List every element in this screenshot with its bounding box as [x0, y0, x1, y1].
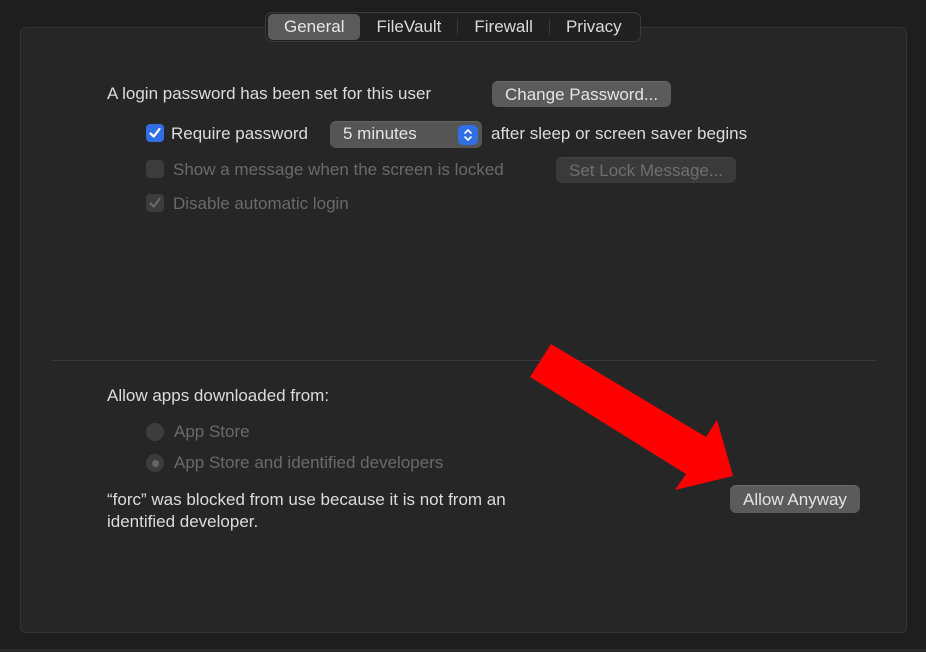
allow-anyway-button[interactable]: Allow Anyway	[730, 485, 860, 513]
tab-privacy[interactable]: Privacy	[550, 14, 638, 40]
disable-auto-login-checkbox[interactable]	[146, 194, 164, 212]
radio-app-store-identified[interactable]	[146, 454, 164, 472]
checkmark-icon	[149, 127, 161, 138]
settings-panel	[20, 27, 907, 633]
allow-apps-heading: Allow apps downloaded from:	[107, 386, 330, 405]
disable-auto-login-label: Disable automatic login	[173, 194, 349, 213]
section-divider	[52, 360, 876, 361]
change-password-button[interactable]: Change Password...	[492, 81, 672, 107]
radio-app-store-identified-label: App Store and identified developers	[174, 453, 444, 472]
show-message-checkbox[interactable]	[146, 160, 164, 178]
tab-filevault[interactable]: FileVault	[360, 14, 457, 40]
radio-app-store-label: App Store	[174, 422, 250, 441]
tab-general[interactable]: General	[268, 14, 361, 40]
checkmark-icon	[149, 197, 161, 208]
set-lock-message-button[interactable]: Set Lock Message...	[556, 157, 737, 183]
blocked-message-line1: “forc” was blocked from use because it i…	[107, 490, 506, 509]
updown-chevron-icon	[458, 125, 478, 145]
blocked-message-line2: identified developer.	[107, 512, 259, 531]
require-password-delay-select[interactable]: 5 minutes	[330, 121, 482, 148]
select-value: 5 minutes	[343, 124, 417, 143]
require-password-checkbox[interactable]	[146, 124, 164, 142]
show-message-label: Show a message when the screen is locked	[173, 160, 504, 179]
radio-app-store[interactable]	[146, 423, 164, 441]
require-password-label: Require password	[171, 124, 309, 143]
require-password-suffix: after sleep or screen saver begins	[491, 124, 748, 143]
radio-selected-dot	[151, 459, 159, 467]
tab-bar: General FileVault Firewall Privacy	[265, 12, 641, 42]
password-set-label: A login password has been set for this u…	[107, 84, 432, 103]
tab-firewall[interactable]: Firewall	[458, 14, 549, 40]
